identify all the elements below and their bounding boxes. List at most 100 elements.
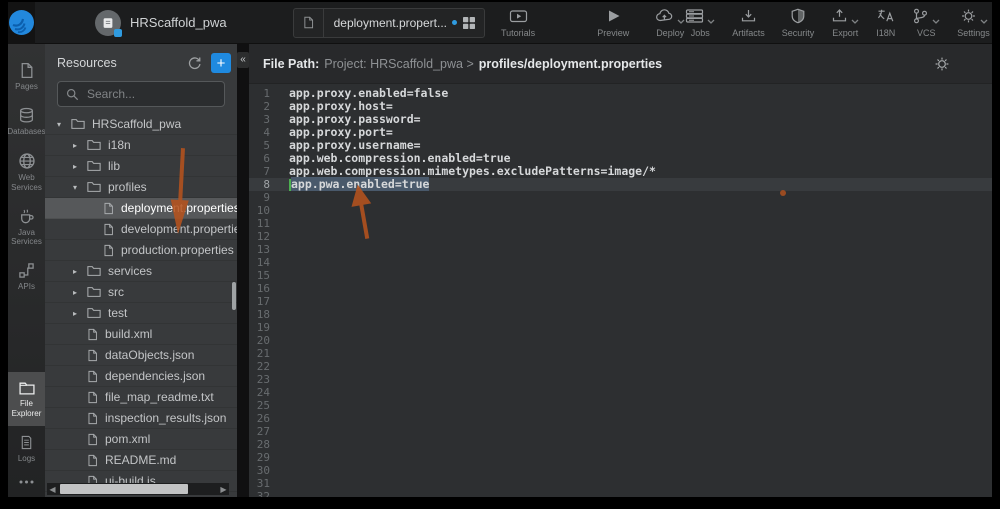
code-line[interactable]: 19 [249,321,992,334]
file-icon [103,202,114,215]
tree-item-production-properties[interactable]: production.properties [45,240,237,261]
line-number: 6 [249,152,279,165]
tree-item-pom-xml[interactable]: pom.xml [45,429,237,450]
code-line[interactable]: 22 [249,360,992,373]
tree-item-readme-md[interactable]: README.md [45,450,237,471]
project-name: HRScaffold_pwa [130,15,227,30]
chevron-collapsed-icon[interactable]: ▸ [73,267,87,276]
line-number: 21 [249,347,279,360]
tree-horizontal-scrollbar[interactable]: ◀ ▶ [47,483,229,495]
code-line[interactable]: 23 [249,373,992,386]
tree-item-build-xml[interactable]: build.xml [45,324,237,345]
sidebar-item-more[interactable] [8,471,45,493]
sidebar-item-web-services[interactable]: Web Services [8,144,45,199]
resources-header: Resources + [45,44,237,78]
resources-title: Resources [57,56,187,70]
search-input[interactable] [85,86,216,102]
tree-item-dataobjects-json[interactable]: dataObjects.json [45,345,237,366]
tree-item-lib[interactable]: ▸lib [45,156,237,177]
file-tab-icon[interactable] [294,9,324,37]
code-line[interactable]: 10 [249,204,992,217]
tree-vertical-scrollbar[interactable] [232,282,236,310]
sidebar-item-logs[interactable]: Logs [8,426,45,471]
chevron-collapsed-icon[interactable]: ▸ [73,141,87,150]
code-line[interactable]: 11 [249,217,992,230]
tree-item-src[interactable]: ▸src [45,282,237,303]
code-line[interactable]: 25 [249,399,992,412]
tree-item-inspection-results-json[interactable]: inspection_results.json [45,408,237,429]
file-icon [103,223,114,236]
toolbar-button-security[interactable]: Security [782,7,815,38]
toolbar-button-settings[interactable]: Settings [957,7,990,38]
code-line[interactable]: 26 [249,412,992,425]
project-chip[interactable]: HRScaffold_pwa [95,10,227,36]
code-line[interactable]: 12 [249,230,992,243]
code-editor[interactable]: 1app.proxy.enabled=false2app.proxy.host=… [249,84,992,497]
toolbar-button-i18n[interactable]: I18N [876,7,895,38]
file-path-label: File Path: [263,57,319,71]
chevron-collapsed-icon[interactable]: ▸ [73,162,87,171]
sidebar-item-file-explorer[interactable]: File Explorer [8,372,45,425]
main-area: PagesDatabasesWeb ServicesJava ServicesA… [8,44,992,497]
toolbar-button-label: Preview [597,28,629,38]
code-line[interactable]: 31 [249,477,992,490]
breadcrumb-project: Project: HRScaffold_pwa > [324,57,474,71]
code-line[interactable]: 21 [249,347,992,360]
refresh-icon[interactable] [187,56,202,71]
sidebar-item-java-services[interactable]: Java Services [8,200,45,254]
code-line[interactable]: 18 [249,308,992,321]
tree-item-file-map-readme-txt[interactable]: file_map_readme.txt [45,387,237,408]
toolbar-button-artifacts[interactable]: Artifacts [732,7,765,38]
tree-item-services[interactable]: ▸services [45,261,237,282]
line-number: 11 [249,217,279,230]
sidebar-item-pages[interactable]: Pages [8,54,45,99]
toolbar-button-deploy[interactable]: Deploy [655,7,685,38]
code-line[interactable]: 14 [249,256,992,269]
sidebar-item-apis[interactable]: APIs [8,254,45,299]
editor-settings-gear-icon[interactable] [934,56,950,72]
toolbar-button-export[interactable]: Export [831,7,859,38]
toolbar-button-jobs[interactable]: Jobs [685,7,715,38]
sidebar-item-databases[interactable]: Databases [8,99,45,144]
line-number: 4 [249,126,279,139]
collapse-panel-icon[interactable]: « [237,52,249,68]
code-line[interactable]: 8app.pwa.enabled=true [249,178,992,191]
chevron-collapsed-icon[interactable]: ▸ [73,288,87,297]
code-line[interactable]: 29 [249,451,992,464]
toolbar-button-vcs[interactable]: VCS [912,7,940,38]
tree-item-test[interactable]: ▸test [45,303,237,324]
tree-item-hrscaffold-pwa[interactable]: ▾HRScaffold_pwa [45,114,237,135]
tree-item-development-properties[interactable]: development.properties [45,219,237,240]
tree-item-dependencies-json[interactable]: dependencies.json [45,366,237,387]
code-line[interactable]: 32 [249,490,992,497]
chevron-collapsed-icon[interactable]: ▸ [73,309,87,318]
code-line[interactable]: 24 [249,386,992,399]
toolbar-button-preview[interactable]: Preview [597,7,629,38]
toolbar-button-tutorials[interactable]: Tutorials [501,7,535,38]
tab-label[interactable]: deployment.propert... [324,16,452,30]
editor-pane: File Path: Project: HRScaffold_pwa > pro… [249,44,992,497]
scrollbar-thumb[interactable] [60,484,188,494]
pages-icon [18,62,35,79]
tree-item-i18n[interactable]: ▸i18n [45,135,237,156]
dashboard-grid-icon[interactable] [462,16,484,30]
tree-item-profiles[interactable]: ▾profiles [45,177,237,198]
code-line[interactable]: 20 [249,334,992,347]
scrollbar-track[interactable] [58,483,218,495]
code-line[interactable]: 27 [249,425,992,438]
scroll-left-icon[interactable]: ◀ [47,485,58,494]
code-line[interactable]: 15 [249,269,992,282]
code-line[interactable]: 9 [249,191,992,204]
code-line[interactable]: 17 [249,295,992,308]
code-line[interactable]: 28 [249,438,992,451]
code-line[interactable]: 16 [249,282,992,295]
scroll-right-icon[interactable]: ▶ [218,485,229,494]
tree-item-deployment-properties[interactable]: deployment.properties [45,198,237,219]
resources-panel: Resources + ▾HRScaffold_pwa▸i18n▸lib▾pro… [45,44,237,497]
chevron-expanded-icon[interactable]: ▾ [73,183,87,192]
add-resource-button[interactable]: + [211,53,231,73]
chevron-expanded-icon[interactable]: ▾ [57,120,71,129]
wavemaker-logo[interactable] [8,2,35,44]
code-line[interactable]: 13 [249,243,992,256]
code-line[interactable]: 30 [249,464,992,477]
